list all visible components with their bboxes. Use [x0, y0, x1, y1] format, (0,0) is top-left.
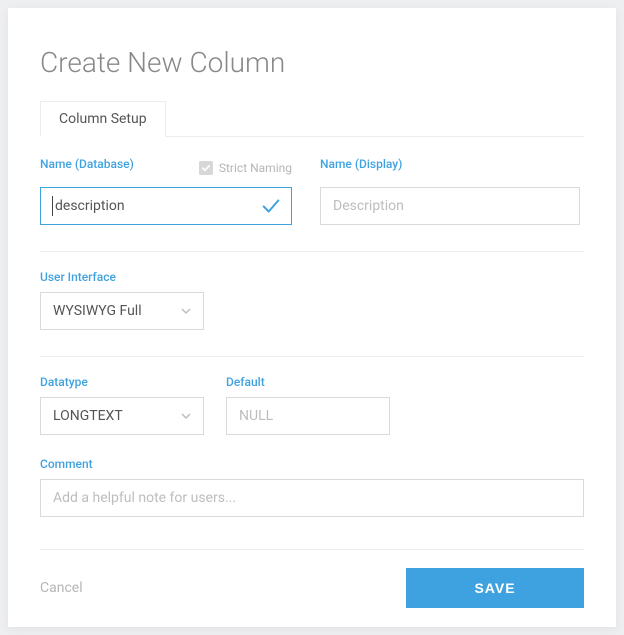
ui-group: User Interface WYSIWYG Full: [40, 270, 584, 330]
datatype-label: Datatype: [40, 375, 204, 389]
name-display-label: Name (Display): [320, 157, 402, 171]
text-cursor: [52, 196, 53, 216]
name-database-input[interactable]: [40, 187, 292, 225]
tabs: Column Setup: [40, 101, 584, 137]
checkbox-icon: [199, 161, 213, 175]
datatype-group: Datatype LONGTEXT: [40, 375, 204, 435]
strict-naming-label: Strict Naming: [219, 161, 292, 175]
name-display-input[interactable]: [320, 187, 580, 225]
comment-label: Comment: [40, 457, 584, 471]
default-label: Default: [226, 375, 390, 389]
ui-label: User Interface: [40, 270, 584, 284]
divider: [40, 251, 584, 252]
comment-group: Comment: [40, 457, 584, 517]
name-row: Name (Database) Strict Naming Name (Disp…: [40, 157, 584, 225]
divider: [40, 549, 584, 550]
ui-select-value: WYSIWYG Full: [53, 303, 142, 319]
datatype-select-value: LONGTEXT: [53, 408, 123, 424]
strict-naming-checkbox[interactable]: Strict Naming: [199, 161, 292, 175]
default-group: Default: [226, 375, 390, 435]
page-title: Create New Column: [40, 46, 584, 79]
name-database-label: Name (Database): [40, 157, 134, 171]
create-column-modal: Create New Column Column Setup Name (Dat…: [8, 8, 616, 627]
ui-select[interactable]: WYSIWYG Full: [40, 292, 204, 330]
name-display-group: Name (Display): [320, 157, 580, 225]
datatype-row: Datatype LONGTEXT Default: [40, 375, 584, 435]
datatype-select[interactable]: LONGTEXT: [40, 397, 204, 435]
tab-column-setup[interactable]: Column Setup: [40, 101, 166, 137]
chevron-down-icon: [181, 411, 191, 421]
default-input[interactable]: [226, 397, 390, 435]
footer: Cancel SAVE: [40, 568, 584, 608]
chevron-down-icon: [181, 306, 191, 316]
save-button[interactable]: SAVE: [406, 568, 584, 608]
cancel-button[interactable]: Cancel: [40, 580, 83, 596]
comment-input[interactable]: [40, 479, 584, 517]
divider: [40, 356, 584, 357]
name-database-group: Name (Database) Strict Naming: [40, 157, 292, 225]
